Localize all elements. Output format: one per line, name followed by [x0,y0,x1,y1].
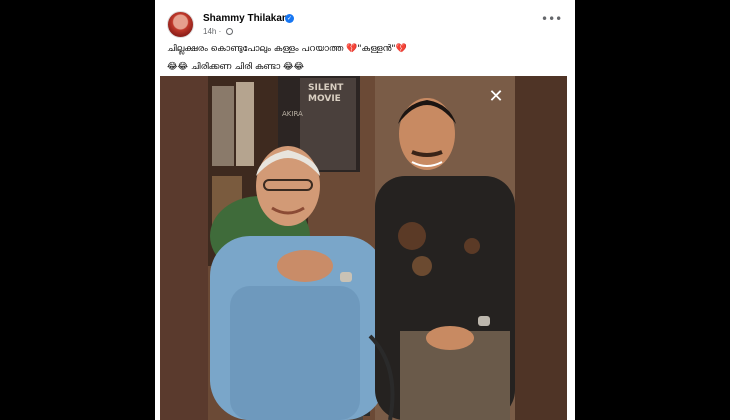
poster-text-akira: AKIRA [282,110,303,118]
verified-badge-icon: ✓ [285,14,294,23]
author-avatar[interactable] [167,11,194,38]
facebook-post: Shammy Thilakan ✓ 14h · ••• ചില്ലക്ഷരം ക… [155,0,575,420]
globe-icon [225,28,233,35]
post-photo[interactable]: SILENT MOVIE AKIRA ✕ [160,76,567,420]
poster-text-silent: SILENT [308,83,344,93]
author-name[interactable]: Shammy Thilakan [203,13,288,24]
meta-dot: · [218,27,222,36]
caption-line-1: ചില്ലക്ഷരം കൊണ്ടുപോലും കള്ളം പറയാത്ത 💔"ക… [167,44,407,54]
post-meta: 14h · [203,27,233,36]
more-options-button[interactable]: ••• [541,13,562,30]
poster-text-movie: MOVIE [308,94,341,104]
caption-line-2: 😂😂 ചിരിക്കണ ചിരി കണ്ടാ 😂😂 [167,62,305,72]
post-caption: ചില്ലക്ഷരം കൊണ്ടുപോലും കള്ളം പറയാത്ത 💔"ക… [167,42,567,74]
post-header: Shammy Thilakan ✓ 14h · ••• [167,11,567,39]
photo-illustration: SILENT MOVIE AKIRA [160,76,567,420]
close-icon[interactable]: ✕ [487,88,505,106]
black-backdrop: Shammy Thilakan ✓ 14h · ••• ചില്ലക്ഷരം ക… [0,0,730,420]
post-time[interactable]: 14h [203,27,216,36]
